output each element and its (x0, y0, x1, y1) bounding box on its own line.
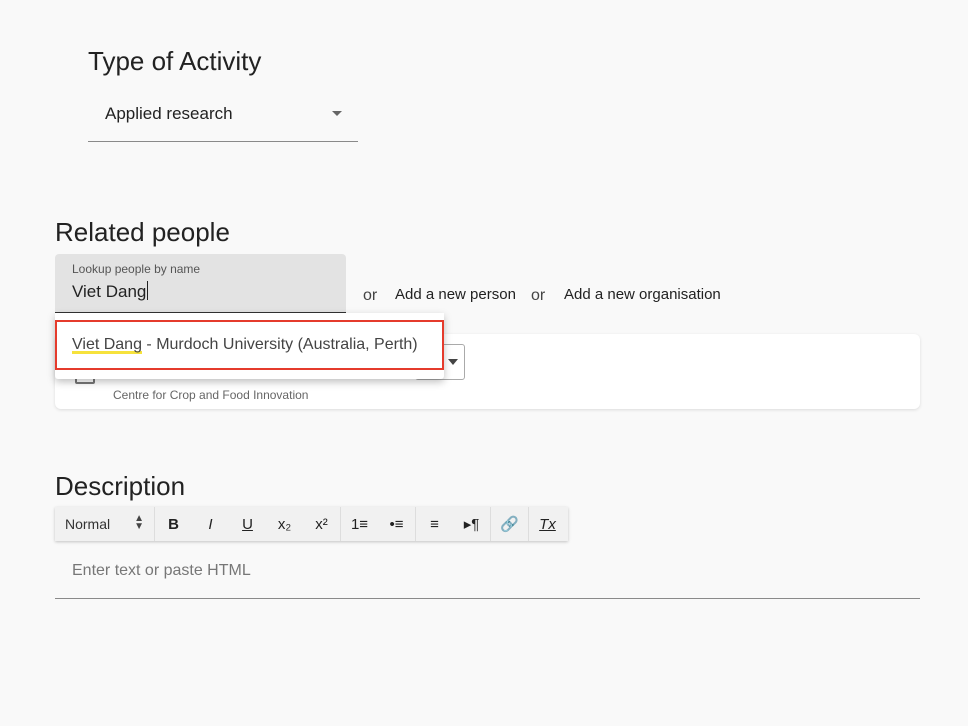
add-new-person-link[interactable]: Add a new person (395, 286, 516, 303)
ordered-list-button[interactable]: 1≡ (341, 507, 378, 541)
suggestion-option-viet-dang[interactable]: Viet Dang - Murdoch University (Australi… (55, 320, 444, 370)
align-left-icon: ≡ (430, 515, 439, 533)
link-button[interactable]: 🔗 (491, 507, 529, 541)
activity-type-value: Applied research (105, 104, 233, 123)
text-cursor (147, 281, 149, 300)
suggestion-match: Viet Dang (72, 336, 142, 355)
italic-button[interactable]: I (192, 507, 229, 541)
clear-format-icon: Tx (539, 515, 556, 533)
superscript-icon: x² (315, 515, 328, 533)
description-editor[interactable]: Enter text or paste HTML (55, 548, 920, 599)
or-separator: or (363, 287, 378, 304)
dropdown-caret-icon (332, 111, 342, 116)
text-direction-button[interactable]: ▸¶ (453, 507, 491, 541)
or-separator: or (531, 287, 546, 304)
align-button[interactable]: ≡ (416, 507, 453, 541)
editor-toolbar: Normal ▲ ▼ B I U x₂ x² 1≡ •≡ ≡ ▸¶ 🔗 Tx (55, 507, 568, 541)
underline-icon: U (242, 515, 253, 533)
italic-icon: I (208, 515, 213, 533)
subscript-button[interactable]: x₂ (266, 507, 303, 541)
suggestion-text: Viet Dang - Murdoch University (Australi… (72, 336, 418, 355)
clear-format-button[interactable]: Tx (529, 507, 566, 541)
activity-type-select[interactable]: Applied research (88, 92, 358, 142)
type-of-activity-heading: Type of Activity (88, 46, 262, 76)
description-heading: Description (55, 471, 186, 501)
suggestion-detail: - Murdoch University (Australia, Perth) (141, 336, 418, 353)
link-icon: 🔗 (500, 516, 519, 533)
lookup-people-value: Viet Dang (72, 282, 147, 301)
text-format-select[interactable]: Normal ▲ ▼ (55, 507, 155, 541)
ordered-list-icon: 1≡ (350, 515, 369, 533)
lookup-people-value-wrap: Viet Dang (72, 281, 149, 302)
superscript-button[interactable]: x² (303, 507, 341, 541)
subscript-icon: x₂ (277, 515, 292, 533)
bold-icon: B (168, 515, 179, 533)
lookup-people-input[interactable]: Lookup people by name Viet Dang (55, 254, 346, 314)
updown-arrows-icon: ▲ ▼ (134, 513, 144, 532)
text-direction-icon: ▸¶ (463, 516, 480, 533)
underline-button[interactable]: U (229, 507, 266, 541)
person-organisation: Centre for Crop and Food Innovation (113, 388, 309, 402)
related-people-heading: Related people (55, 217, 230, 247)
bold-button[interactable]: B (155, 507, 192, 541)
lookup-suggestions-dropdown: Viet Dang - Murdoch University (Australi… (55, 313, 444, 379)
bullet-list-button[interactable]: •≡ (378, 507, 416, 541)
add-new-organisation-link[interactable]: Add a new organisation (564, 286, 721, 303)
bullet-list-icon: •≡ (389, 515, 404, 533)
caret-down-icon (448, 359, 458, 365)
text-format-value: Normal (65, 516, 111, 532)
lookup-people-label: Lookup people by name (72, 262, 201, 276)
description-placeholder: Enter text or paste HTML (72, 562, 251, 579)
